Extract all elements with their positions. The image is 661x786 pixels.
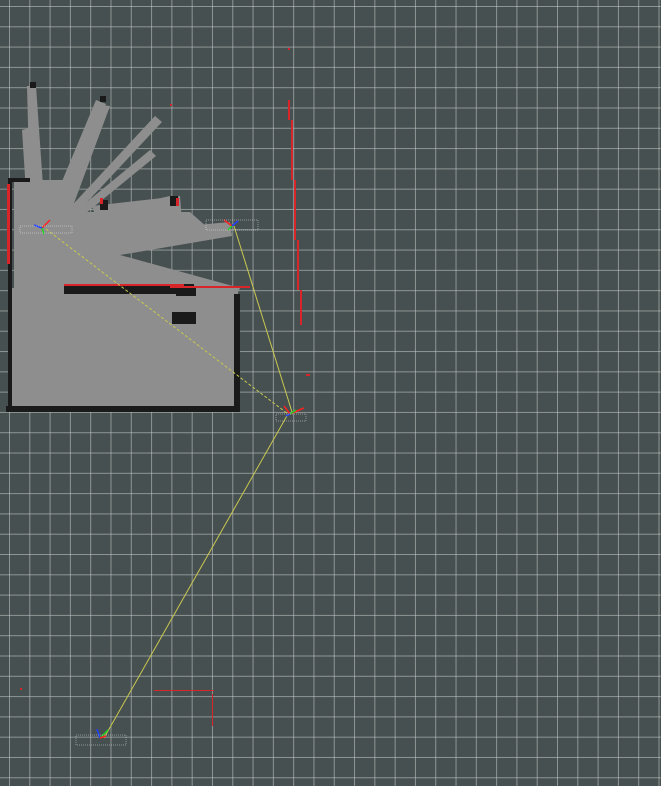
- occupancy-grid-map: [6, 48, 310, 726]
- tf-axes-icon: [283, 405, 305, 417]
- tf-link-b-c: [233, 225, 293, 413]
- scene-canvas[interactable]: [0, 0, 661, 786]
- map-free-space: [10, 86, 240, 412]
- tf-frame-d[interactable]: [75, 728, 127, 746]
- tf-link-b-d: [103, 413, 289, 739]
- rviz-3d-viewport[interactable]: [0, 0, 661, 786]
